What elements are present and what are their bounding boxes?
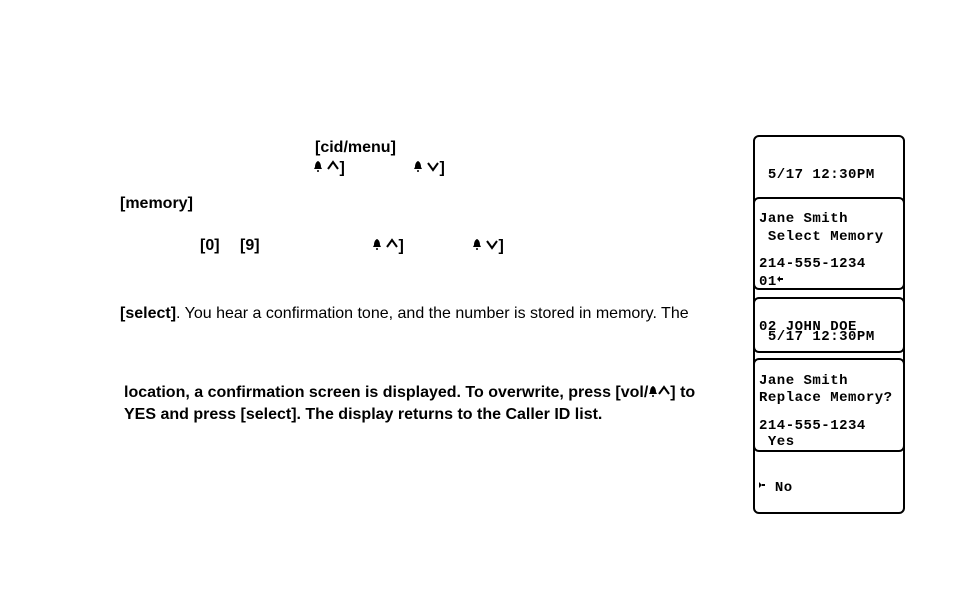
label-key9: [9] xyxy=(240,236,260,257)
label-key0: [0] xyxy=(200,236,220,257)
lcd-line: 5/17 12:30PM xyxy=(759,330,899,345)
lcd-text: 01 xyxy=(759,274,777,290)
bracket-close: ] xyxy=(398,238,403,255)
bracket-close: ] xyxy=(498,238,503,255)
lcd-line-with-cursor: No xyxy=(759,480,899,496)
ringer-up-group-2: ] xyxy=(372,236,404,257)
p2-line1a: location, a confirmation screen is displ… xyxy=(124,384,648,401)
lcd-replace-memory: Replace Memory? Yes No xyxy=(753,358,905,514)
ringer-icon xyxy=(413,158,423,179)
lcd-line: 5/17 12:30PM xyxy=(759,168,899,183)
ringer-icon xyxy=(313,158,323,179)
label-memory: [memory] xyxy=(120,194,193,215)
paragraph-select: [select]. You hear a confirmation tone, … xyxy=(120,303,730,325)
p2-line1b: ] to xyxy=(670,384,695,401)
lcd-line: Replace Memory? xyxy=(759,391,899,406)
down-arrow-icon xyxy=(486,236,498,257)
paragraph-select-after: . You hear a confirmation tone, and the … xyxy=(176,305,689,322)
up-arrow-icon xyxy=(386,236,398,257)
label-select: [select] xyxy=(120,305,176,322)
ringer-icon xyxy=(372,236,382,257)
p2-line2a: YES and press [select]. The display retu… xyxy=(124,406,602,423)
paragraph-overwrite: location, a confirmation screen is displ… xyxy=(124,382,734,425)
up-arrow-icon xyxy=(327,158,339,179)
cursor-icon xyxy=(777,274,783,289)
ringer-icon xyxy=(648,382,658,404)
ringer-icon xyxy=(472,236,482,257)
lcd-line: Select Memory xyxy=(759,230,899,245)
ringer-down-group-2: ] xyxy=(472,236,504,257)
down-arrow-icon xyxy=(427,158,439,179)
bracket-close: ] xyxy=(439,160,444,177)
lcd-line: Yes xyxy=(759,435,899,450)
ringer-down-group-1: ] xyxy=(413,158,445,179)
lcd-line-with-cursor: 01 xyxy=(759,274,899,290)
cursor-icon xyxy=(759,480,765,495)
label-cid-menu: [cid/menu] xyxy=(315,138,396,159)
ringer-up-group-1: ] xyxy=(313,158,345,179)
instruction-page: { "labels": { "cid_menu": "[cid/menu]", … xyxy=(0,0,954,609)
lcd-text: No xyxy=(766,480,793,496)
bracket-close: ] xyxy=(339,160,344,177)
up-arrow-icon xyxy=(658,382,670,404)
